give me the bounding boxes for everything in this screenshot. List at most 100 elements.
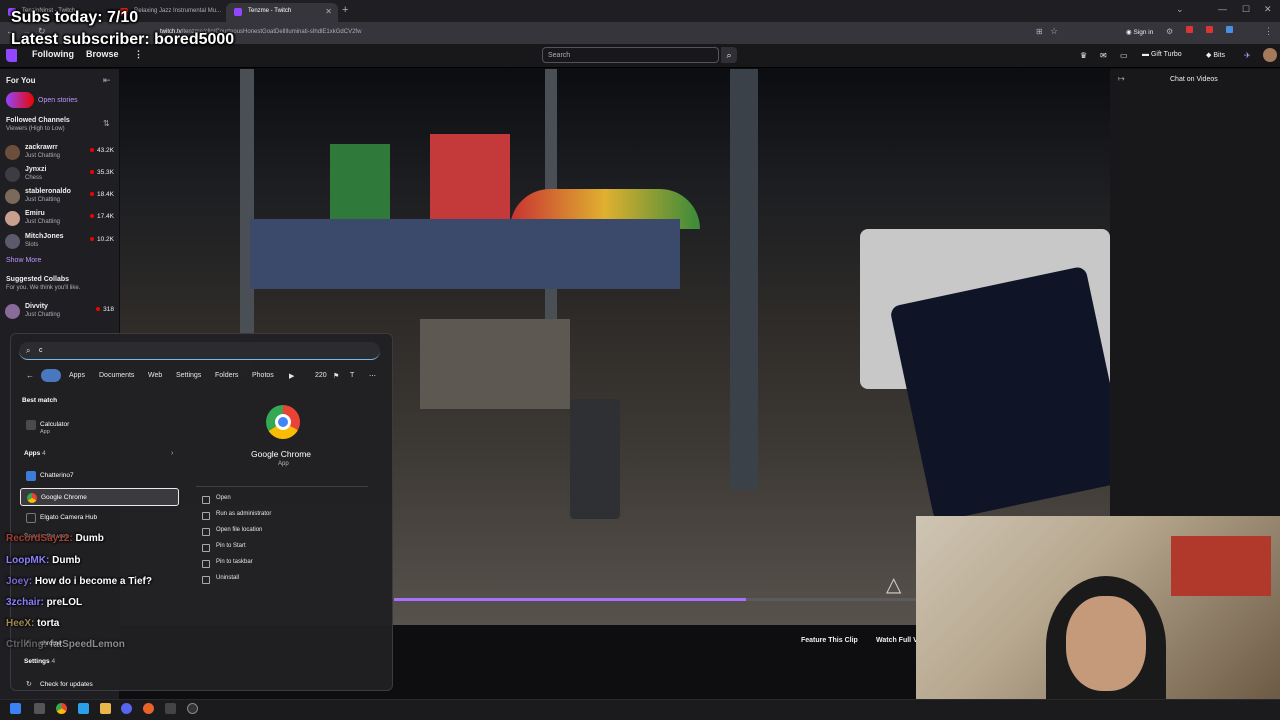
sidebar-channel[interactable]: Divvity Just Chatting 318: [5, 301, 117, 323]
gift-turbo-button[interactable]: ▬ Gift Turbo: [1142, 51, 1182, 58]
preview-app-type: App: [278, 461, 289, 467]
close-tab-icon[interactable]: ✕: [325, 7, 332, 16]
best-match-heading: Best match: [22, 397, 58, 404]
tab-apps[interactable]: Apps: [69, 372, 85, 379]
divider: [196, 486, 368, 487]
extension-red-icon[interactable]: [1186, 26, 1193, 33]
extension-red-icon[interactable]: [1206, 26, 1213, 33]
suggested-collabs-heading: Suggested Collabs: [6, 276, 70, 283]
browser-menu-icon[interactable]: ⋮: [1264, 26, 1273, 37]
tab-folders[interactable]: Folders: [215, 372, 238, 379]
firefox-icon[interactable]: [143, 703, 154, 714]
expand-chat-icon[interactable]: ↦: [1118, 74, 1125, 83]
action-pin-to-taskbar[interactable]: Pin to taskbar: [200, 559, 253, 568]
action-run-as-admin[interactable]: Run as administrator: [200, 511, 271, 520]
windows-start-icon[interactable]: [10, 703, 21, 714]
file-explorer-icon[interactable]: [100, 703, 111, 714]
webcam-feed: [916, 516, 1280, 700]
action-pin-to-start[interactable]: Pin to Start: [200, 543, 246, 552]
search-input[interactable]: Search: [542, 47, 719, 63]
tab-photos[interactable]: Photos: [252, 372, 274, 379]
calculator-icon: [26, 420, 36, 430]
extensions-icon[interactable]: ⚙: [1166, 27, 1173, 36]
account-initial[interactable]: T: [350, 372, 354, 379]
tab-settings[interactable]: Settings: [176, 372, 201, 379]
setting-check-for-updates[interactable]: ↻ Check for updates: [20, 676, 179, 694]
best-match-calculator[interactable]: Calculator App: [20, 416, 179, 436]
sign-in-button[interactable]: ◉ Sign in: [1126, 28, 1153, 36]
show-more-link[interactable]: Show More: [6, 257, 41, 264]
sort-icon[interactable]: ⇅: [103, 119, 110, 128]
chrome-icon: [27, 493, 37, 503]
url-field[interactable]: twitch.tv/tenzme/clip/CourteousHonestGoa…: [160, 26, 1020, 40]
whispers-icon[interactable]: ▭: [1120, 51, 1128, 60]
app-chatterino7[interactable]: Chatterino7: [20, 467, 179, 485]
tab-web[interactable]: Web: [148, 372, 162, 379]
sidebar-channel[interactable]: zackrawrr Just Chatting 43.2K: [5, 142, 117, 164]
sidebar-channel[interactable]: Emiru Just Chatting 17.4K: [5, 208, 117, 230]
nav-following[interactable]: Following: [32, 49, 74, 59]
more-options-icon[interactable]: ⋯: [369, 372, 376, 380]
elgato-icon: [26, 513, 36, 523]
collapse-sidebar-icon[interactable]: ⇤: [103, 75, 111, 86]
user-avatar[interactable]: [1263, 48, 1277, 62]
app-elgato-camera-hub[interactable]: Elgato Camera Hub: [20, 509, 179, 527]
chat-message: LoopMK: Dumb: [6, 555, 81, 566]
search-icon[interactable]: ⌕: [721, 47, 737, 63]
action-open-file-location[interactable]: Open file location: [200, 527, 262, 536]
new-tab-button[interactable]: +: [342, 4, 348, 16]
inbox-icon[interactable]: ✉: [1100, 51, 1107, 60]
nav-more-icon[interactable]: ⋮: [134, 49, 143, 60]
minimize-icon[interactable]: —: [1218, 4, 1227, 14]
close-window-icon[interactable]: ✕: [1264, 4, 1272, 15]
task-view-icon[interactable]: [34, 703, 45, 714]
chat-message: Ctrlking: fatSpeedLemon: [6, 639, 125, 650]
trophy-icon[interactable]: ⚑: [333, 372, 339, 380]
extension-blue-icon[interactable]: [1226, 26, 1233, 33]
play-icon[interactable]: ▶: [289, 372, 294, 380]
sidebar-channel[interactable]: stableronaldo Just Chatting 18.4K: [5, 186, 117, 208]
chat-message: Joey: How do i become a Tief?: [6, 576, 152, 587]
tab-documents[interactable]: Documents: [99, 372, 134, 379]
bits-button[interactable]: ◆ Bits: [1206, 51, 1225, 59]
preview-app-name: Google Chrome: [251, 449, 312, 459]
tab-list-icon[interactable]: ⌄: [1176, 4, 1184, 15]
avatar: [5, 189, 20, 204]
obs-icon[interactable]: [187, 703, 198, 714]
extension-icon[interactable]: ✈: [1244, 51, 1251, 60]
chatterino-icon: [26, 471, 36, 481]
chatterino-taskbar-icon[interactable]: [165, 703, 176, 714]
action-open[interactable]: Open: [200, 495, 231, 504]
translate-icon[interactable]: ⊞: [1036, 27, 1043, 36]
windows-search-input[interactable]: c: [19, 342, 380, 360]
avatar: [5, 145, 20, 160]
feature-clip-button[interactable]: Feature This Clip: [801, 637, 858, 644]
back-icon[interactable]: ←: [26, 371, 34, 380]
chevron-right-icon[interactable]: ›: [171, 450, 173, 457]
watch-full-video-button[interactable]: Watch Full V: [876, 637, 918, 644]
nav-browse[interactable]: Browse: [86, 49, 119, 59]
chat-message: 3zchair: preLOL: [6, 597, 83, 608]
prime-crown-icon[interactable]: ♛: [1080, 51, 1087, 60]
latest-subscriber-overlay: Latest subscriber: bored5000: [11, 31, 235, 48]
maximize-icon[interactable]: ☐: [1242, 4, 1250, 15]
sidebar-channel[interactable]: MitchJones Slots 10.2K: [5, 231, 117, 253]
apps-heading: Apps 4: [24, 450, 46, 457]
browser-tab-active[interactable]: Tenzme - Twitch ✕: [226, 3, 338, 22]
discord-icon[interactable]: [121, 703, 132, 714]
tab-all[interactable]: [41, 369, 61, 382]
twitch-logo-icon[interactable]: [6, 49, 17, 62]
followed-channels-heading: Followed Channels: [6, 117, 70, 124]
chrome-large-icon: [266, 405, 300, 439]
chrome-taskbar-icon[interactable]: [56, 703, 67, 714]
edge-taskbar-icon[interactable]: [78, 703, 89, 714]
app-google-chrome-selected[interactable]: Google Chrome: [20, 488, 179, 506]
sidebar-channel[interactable]: Jynxzi Chess 35.3K: [5, 164, 117, 186]
avatar: [5, 304, 20, 319]
open-stories-link[interactable]: Open stories: [38, 97, 78, 104]
chat-message: HeeX: torta: [6, 618, 60, 629]
action-uninstall[interactable]: Uninstall: [200, 575, 239, 584]
stories-avatars[interactable]: [6, 92, 34, 108]
bookmark-star-icon[interactable]: ☆: [1050, 26, 1058, 37]
avatar: [5, 211, 20, 226]
